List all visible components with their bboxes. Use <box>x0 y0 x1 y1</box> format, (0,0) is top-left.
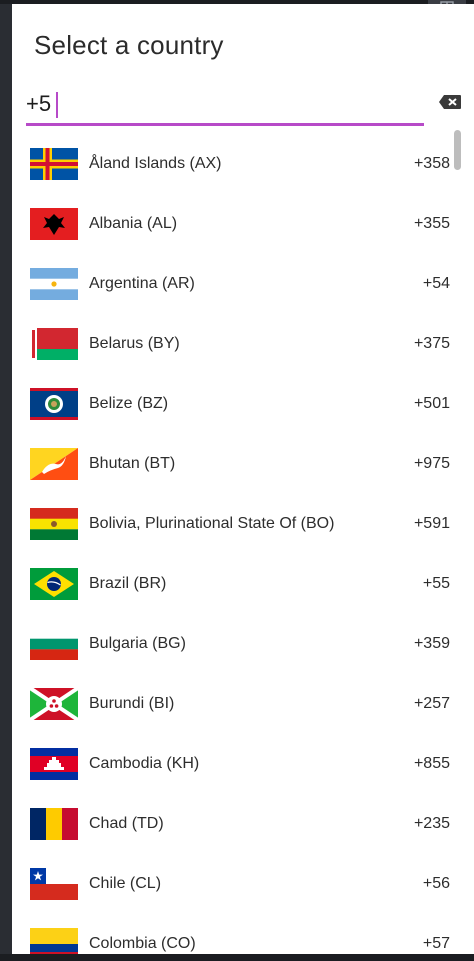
list-item[interactable]: Cambodia (KH) +855 <box>12 734 458 794</box>
search-input[interactable] <box>26 89 406 119</box>
brazil-flag-icon <box>30 568 78 600</box>
list-item[interactable]: Colombia (CO) +57 <box>12 914 458 954</box>
country-name: Bolivia, Plurinational State Of (BO) <box>89 515 335 532</box>
country-name: Chad (TD) <box>89 815 164 832</box>
list-item[interactable]: Burundi (BI) +257 <box>12 674 458 734</box>
bhutan-flag-icon <box>30 448 78 480</box>
bulgaria-flag-icon <box>30 628 78 660</box>
dialog-title: Select a country <box>34 30 224 60</box>
list-item[interactable]: Belize (BZ) +501 <box>12 374 458 434</box>
dial-code: +359 <box>413 635 450 652</box>
dial-code: +358 <box>413 155 450 172</box>
dial-code: +501 <box>413 395 450 412</box>
list-item[interactable]: Albania (AL) +355 <box>12 194 458 254</box>
country-name: Cambodia (KH) <box>89 755 200 772</box>
dial-code: +257 <box>413 695 450 712</box>
list-item[interactable]: Brazil (BR) +55 <box>12 554 458 614</box>
dial-code: +56 <box>422 875 450 892</box>
list-item[interactable]: Bulgaria (BG) +359 <box>12 614 458 674</box>
country-name: Argentina (AR) <box>89 275 195 292</box>
dial-code: +855 <box>413 755 450 772</box>
country-name: Burundi (BI) <box>89 695 175 712</box>
country-name: Belize (BZ) <box>89 395 169 412</box>
argentina-flag-icon <box>30 268 78 300</box>
list-item[interactable]: Belarus (BY) +375 <box>12 314 458 374</box>
chad-flag-icon <box>30 808 78 840</box>
country-name: Belarus (BY) <box>89 335 180 352</box>
belize-flag-icon <box>30 388 78 420</box>
country-name: Colombia (CO) <box>89 935 196 952</box>
bottom-bar <box>0 954 474 961</box>
list-item[interactable]: Bolivia, Plurinational State Of (BO) +59… <box>12 494 458 554</box>
country-name: Albania (AL) <box>89 215 178 232</box>
dial-code: +375 <box>413 335 450 352</box>
cambodia-flag-icon <box>30 748 78 780</box>
list-item[interactable]: Bhutan (BT) +975 <box>12 434 458 494</box>
aland-islands-flag-icon <box>30 148 78 180</box>
list-scrollbar[interactable] <box>454 130 461 170</box>
country-list[interactable]: Åland Islands (AX) +358 Albania (AL) +35… <box>12 134 474 954</box>
text-caret <box>56 92 58 118</box>
dial-code: +355 <box>413 215 450 232</box>
dial-code: +235 <box>413 815 450 832</box>
chile-flag-icon <box>30 868 78 900</box>
list-item[interactable]: Chile (CL) +56 <box>12 854 458 914</box>
country-name: Chile (CL) <box>89 875 162 892</box>
belarus-flag-icon <box>30 328 78 360</box>
list-item[interactable]: Chad (TD) +235 <box>12 794 458 854</box>
albania-flag-icon <box>30 208 78 240</box>
dial-code: +55 <box>422 575 450 592</box>
country-name: Brazil (BR) <box>89 575 167 592</box>
country-name: Åland Islands (AX) <box>89 155 222 172</box>
dial-code: +591 <box>413 515 450 532</box>
country-name: Bulgaria (BG) <box>89 635 186 652</box>
list-item[interactable]: Åland Islands (AX) +358 <box>12 134 458 194</box>
country-select-dialog: Select a country Åland Islands (AX) +358… <box>12 4 474 954</box>
dial-code: +54 <box>422 275 450 292</box>
dial-code: +57 <box>422 935 450 952</box>
country-name: Bhutan (BT) <box>89 455 176 472</box>
dial-code: +975 <box>413 455 450 472</box>
bolivia-flag-icon <box>30 508 78 540</box>
search-field[interactable] <box>26 87 424 126</box>
list-item[interactable]: Argentina (AR) +54 <box>12 254 458 314</box>
backspace-clear-icon[interactable] <box>438 94 462 110</box>
burundi-flag-icon <box>30 688 78 720</box>
colombia-flag-icon <box>30 928 78 954</box>
